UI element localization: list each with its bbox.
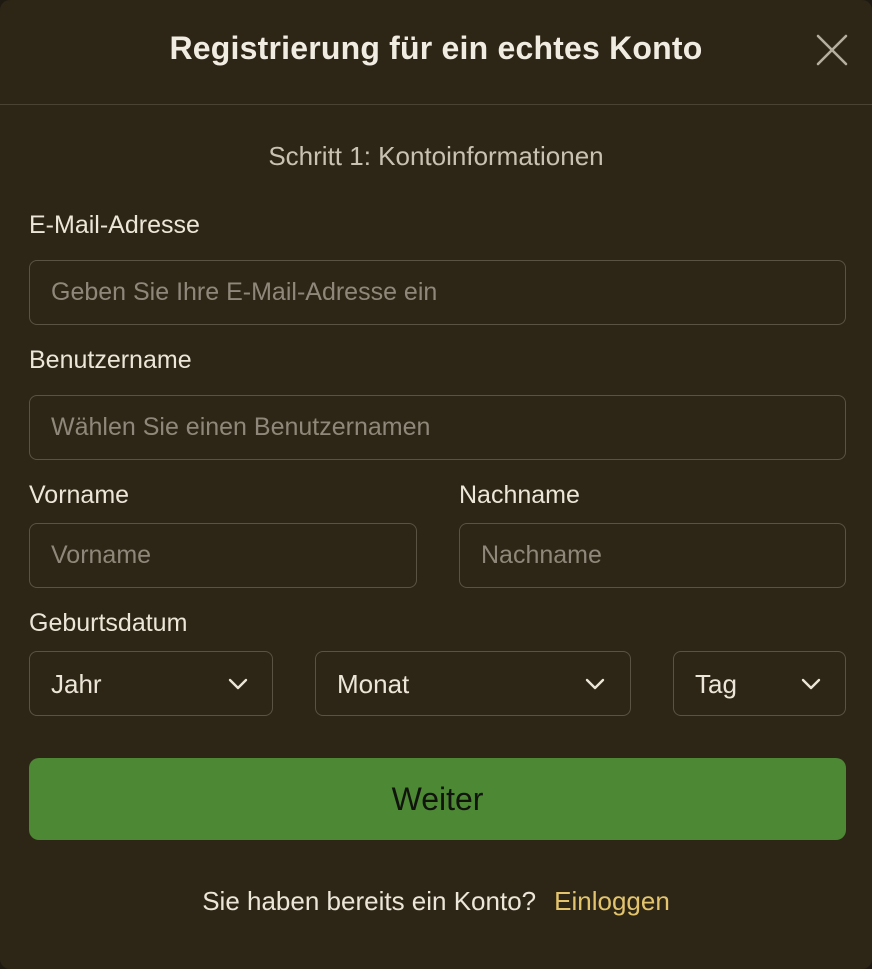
last-name-field[interactable] — [459, 523, 846, 588]
birth-day-select[interactable]: Tag — [673, 651, 846, 716]
email-field[interactable] — [29, 260, 846, 325]
birth-month-select[interactable]: Monat — [315, 651, 631, 716]
birth-month-value: Monat — [337, 669, 410, 699]
continue-button[interactable]: Weiter — [29, 758, 846, 840]
login-link[interactable]: Einloggen — [554, 886, 670, 916]
chevron-down-icon — [801, 678, 821, 690]
login-prompt-row: Sie haben bereits ein Konto? Einloggen — [0, 886, 872, 917]
birth-year-select[interactable]: Jahr — [29, 651, 273, 716]
first-name-field[interactable] — [29, 523, 417, 588]
username-label: Benutzername — [29, 346, 192, 374]
birth-year-value: Jahr — [51, 669, 102, 699]
login-prompt-text: Sie haben bereits ein Konto? — [202, 886, 537, 916]
close-icon — [816, 34, 848, 66]
username-field[interactable] — [29, 395, 846, 460]
close-button[interactable] — [816, 34, 848, 66]
chevron-down-icon — [585, 678, 605, 690]
registration-dialog: Registrierung für ein echtes Konto Schri… — [0, 0, 872, 969]
last-name-label: Nachname — [459, 481, 580, 509]
dialog-header: Registrierung für ein echtes Konto — [0, 0, 872, 105]
chevron-down-icon — [228, 678, 248, 690]
email-label: E-Mail-Adresse — [29, 211, 200, 239]
birth-day-value: Tag — [695, 669, 737, 699]
dialog-title: Registrierung für ein echtes Konto — [169, 30, 703, 66]
step-indicator: Schritt 1: Kontoinformationen — [268, 141, 604, 171]
birthdate-label: Geburtsdatum — [29, 609, 188, 637]
first-name-label: Vorname — [29, 481, 130, 509]
